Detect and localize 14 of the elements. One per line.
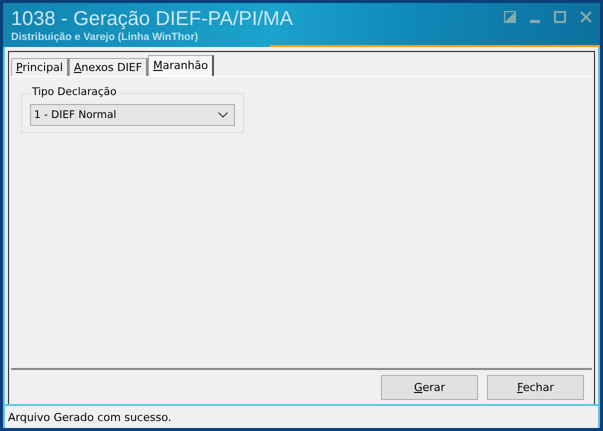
close-button[interactable]: Fechar bbox=[487, 374, 584, 400]
window-subtitle: Distribuição e Varejo (Linha WinThor) bbox=[11, 31, 200, 43]
status-text: Arquivo Gerado com sucesso. bbox=[8, 410, 172, 424]
generate-button[interactable]: Gerar bbox=[381, 374, 478, 400]
close-icon[interactable] bbox=[580, 11, 592, 23]
tab[interactable]: Maranhão bbox=[148, 55, 214, 76]
tab[interactable]: Principal bbox=[11, 58, 69, 76]
group-title: Tipo Declaração bbox=[30, 86, 118, 98]
tab[interactable]: Anexos DIEF bbox=[68, 58, 148, 76]
window-title: 1038 - Geração DIEF-PA/PI/MA bbox=[11, 7, 293, 31]
restore-icon[interactable] bbox=[504, 11, 516, 23]
chevron-down-icon bbox=[218, 112, 228, 118]
declaration-type-dropdown[interactable]: 1 - DIEF Normal bbox=[30, 104, 235, 126]
maximize-icon[interactable] bbox=[554, 11, 566, 23]
